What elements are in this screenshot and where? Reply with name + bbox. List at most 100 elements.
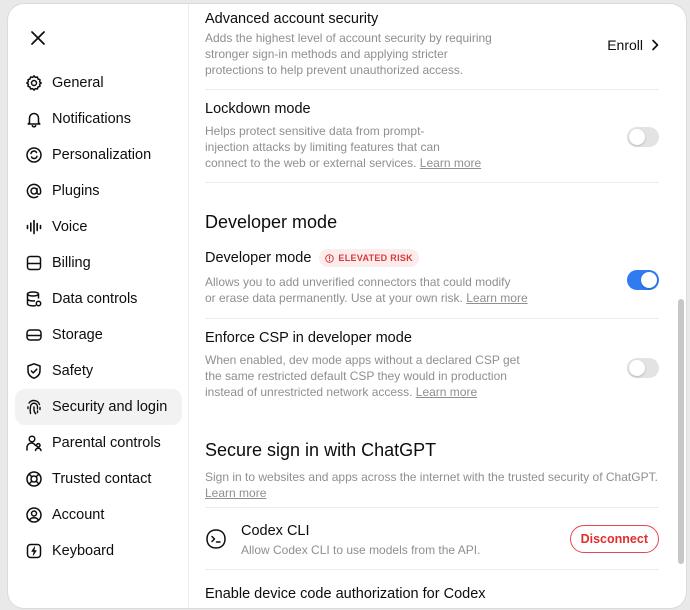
desc-line: instead of unrestricted network access. … xyxy=(205,384,545,400)
sidebar-item-notifications[interactable]: Notifications xyxy=(15,101,182,137)
device-code-row: Enable device code authorization for Cod… xyxy=(205,570,659,608)
toggle-knob xyxy=(629,360,645,376)
enroll-button[interactable]: Enroll xyxy=(607,37,659,53)
sidebar-item-label: Trusted contact xyxy=(52,471,152,487)
desc-line: stronger sign-in methods and applying st… xyxy=(205,47,448,61)
sidebar-item-safety[interactable]: Safety xyxy=(15,353,182,389)
desc-line: Sign in to websites and apps across the … xyxy=(205,470,658,484)
codex-cli-title: Codex CLI xyxy=(241,523,310,539)
advanced-security-description: Adds the highest level of account securi… xyxy=(205,30,505,78)
developer-section-title: Developer mode xyxy=(205,212,338,232)
enforce-csp-row: Enforce CSP in developer mode When enabl… xyxy=(205,319,659,411)
desc-line: the same restricted default CSP they wou… xyxy=(205,369,507,383)
sidebar-item-label: Personalization xyxy=(52,147,152,163)
developer-mode-title: Developer mode ELEVATED RISK xyxy=(205,249,419,267)
sidebar-item-personalization[interactable]: Personalization xyxy=(15,137,182,173)
learn-more-link[interactable]: Learn more xyxy=(466,291,527,305)
bell-icon xyxy=(27,112,41,128)
database-icon xyxy=(26,291,42,307)
close-button[interactable] xyxy=(26,26,50,50)
sidebar-item-label: Voice xyxy=(52,219,88,235)
lifebuoy-icon xyxy=(26,471,42,487)
desc-line: connect to the web or external services.… xyxy=(205,155,505,171)
settings-nav: General Notifications Personalization Pl… xyxy=(15,65,182,569)
sidebar-item-account[interactable]: Account xyxy=(15,497,182,533)
desc-text: instead of unrestricted network access. xyxy=(205,385,413,399)
desc-line: Adds the highest level of account securi… xyxy=(205,31,492,45)
toggle-knob xyxy=(629,129,645,145)
developer-mode-description: Allows you to add unverified connectors … xyxy=(205,274,545,306)
developer-mode-section: Developer mode Developer mode ELEVATED R… xyxy=(205,183,659,319)
disconnect-button[interactable]: Disconnect xyxy=(569,525,659,553)
secure-signin-description: Sign in to websites and apps across the … xyxy=(205,469,659,501)
settings-window: General Notifications Personalization Pl… xyxy=(8,4,686,608)
codex-cli-description: Allow Codex CLI to use models from the A… xyxy=(241,543,481,557)
desc-line: or erase data permanently. Use at your o… xyxy=(205,290,545,306)
keyboard-icon xyxy=(26,543,42,559)
lockdown-mode-title: Lockdown mode xyxy=(205,101,311,117)
sidebar-item-parental-controls[interactable]: Parental controls xyxy=(15,425,182,461)
learn-more-link[interactable]: Learn more xyxy=(416,385,477,399)
desc-line: When enabled, dev mode apps without a de… xyxy=(205,353,520,367)
lockdown-mode-description: Helps protect sensitive data from prompt… xyxy=(205,123,505,171)
desc-line: protections to help prevent unauthorized… xyxy=(205,63,464,77)
sidebar-item-voice[interactable]: Voice xyxy=(15,209,182,245)
elevated-risk-badge: ELEVATED RISK xyxy=(319,249,419,267)
sidebar-item-label: Notifications xyxy=(52,111,131,127)
sidebar-item-storage[interactable]: Storage xyxy=(15,317,182,353)
fingerprint-icon xyxy=(27,399,41,415)
device-code-title: Enable device code authorization for Cod… xyxy=(205,586,486,602)
enforce-csp-toggle[interactable] xyxy=(627,358,659,378)
desc-text: connect to the web or external services. xyxy=(205,156,417,170)
sidebar-item-data-controls[interactable]: Data controls xyxy=(15,281,182,317)
sidebar-item-general[interactable]: General xyxy=(15,65,182,101)
enforce-csp-description: When enabled, dev mode apps without a de… xyxy=(205,352,545,400)
account-icon xyxy=(26,507,42,523)
advanced-account-security-row: Advanced account security Adds the highe… xyxy=(205,4,659,90)
sidebar-item-label: Billing xyxy=(52,255,91,271)
settings-sidebar: General Notifications Personalization Pl… xyxy=(8,4,189,608)
sidebar-item-label: Security and login xyxy=(52,399,168,415)
sidebar-item-label: Plugins xyxy=(52,183,100,199)
secure-signin-title: Secure sign in with ChatGPT xyxy=(205,440,437,460)
enforce-csp-title: Enforce CSP in developer mode xyxy=(205,330,412,346)
sidebar-item-trusted-contact[interactable]: Trusted contact xyxy=(15,461,182,497)
parental-icon xyxy=(26,435,42,452)
lockdown-mode-row: Lockdown mode Helps protect sensitive da… xyxy=(205,90,659,183)
waveform-icon xyxy=(26,219,42,235)
toggle-knob xyxy=(641,272,657,288)
lockdown-mode-toggle[interactable] xyxy=(627,127,659,147)
sidebar-item-keyboard[interactable]: Keyboard xyxy=(15,533,182,569)
sidebar-item-billing[interactable]: Billing xyxy=(15,245,182,281)
at-icon xyxy=(26,183,42,199)
developer-mode-label: Developer mode xyxy=(205,250,312,266)
sidebar-item-label: General xyxy=(52,75,104,91)
desc-text: or erase data permanently. Use at your o… xyxy=(205,291,463,305)
content-scrollbar[interactable] xyxy=(678,299,684,564)
secure-signin-section: Secure sign in with ChatGPT Sign in to w… xyxy=(205,411,659,508)
storage-icon xyxy=(26,329,42,341)
enroll-label: Enroll xyxy=(607,37,643,53)
learn-more-link[interactable]: Learn more xyxy=(420,156,481,170)
settings-content: Advanced account security Adds the highe… xyxy=(189,4,686,608)
sidebar-item-label: Data controls xyxy=(52,291,138,307)
codex-cli-row: Codex CLI Allow Codex CLI to use models … xyxy=(205,508,659,570)
sidebar-item-label: Storage xyxy=(52,327,103,343)
personalization-icon xyxy=(26,147,42,163)
chevron-right-icon xyxy=(652,39,659,51)
sidebar-item-label: Account xyxy=(52,507,105,523)
advanced-security-title: Advanced account security xyxy=(205,11,379,27)
developer-mode-toggle[interactable] xyxy=(627,270,659,290)
billing-icon xyxy=(26,255,42,271)
close-icon xyxy=(31,31,45,45)
sidebar-item-label: Keyboard xyxy=(52,543,115,559)
alert-icon xyxy=(325,253,335,263)
sidebar-item-label: Parental controls xyxy=(52,435,161,451)
gear-icon xyxy=(26,75,42,91)
sidebar-item-plugins[interactable]: Plugins xyxy=(15,173,182,209)
sidebar-item-security-and-login[interactable]: Security and login xyxy=(15,389,182,425)
shield-icon xyxy=(27,363,41,379)
terminal-icon xyxy=(206,529,226,549)
learn-more-link[interactable]: Learn more xyxy=(205,486,266,500)
desc-line: injection attacks by limiting features t… xyxy=(205,140,440,154)
